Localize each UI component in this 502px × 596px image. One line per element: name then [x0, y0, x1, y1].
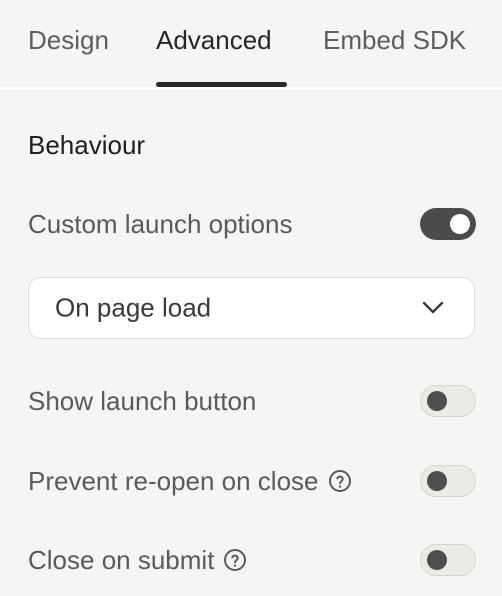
tab-bar: Design Advanced Embed SDK: [0, 0, 502, 90]
settings-panel: Design Advanced Embed SDK Behaviour Cust…: [0, 0, 502, 596]
show-launch-button-label: Show launch button: [28, 386, 257, 416]
toggle-knob: [427, 391, 447, 411]
prevent-reopen-label-group: Prevent re-open on close: [28, 464, 352, 498]
tab-advanced[interactable]: Advanced: [156, 22, 272, 58]
custom-launch-options-label: Custom launch options: [28, 209, 293, 239]
show-launch-button-row: Show launch button: [28, 381, 476, 421]
toggle-knob: [427, 550, 447, 570]
launch-trigger-select[interactable]: On page load: [28, 277, 475, 339]
prevent-reopen-row: Prevent re-open on close: [28, 461, 476, 501]
chevron-down-icon: [422, 301, 444, 314]
help-circle-icon[interactable]: [328, 469, 352, 493]
close-on-submit-label-group: Close on submit: [28, 543, 247, 577]
prevent-reopen-label: Prevent re-open on close: [28, 466, 319, 496]
launch-trigger-value: On page load: [55, 292, 212, 323]
custom-launch-options-toggle[interactable]: [420, 208, 476, 240]
active-tab-indicator: [156, 82, 287, 87]
help-circle-icon[interactable]: [223, 548, 247, 572]
section-title: Behaviour: [28, 130, 146, 160]
prevent-reopen-toggle[interactable]: [420, 465, 476, 497]
toggle-knob: [427, 471, 447, 491]
close-on-submit-label: Close on submit: [28, 545, 215, 575]
toggle-knob: [450, 214, 470, 234]
show-launch-button-toggle[interactable]: [420, 385, 476, 417]
close-on-submit-row: Close on submit: [28, 540, 476, 580]
tab-embed-sdk[interactable]: Embed SDK: [323, 22, 466, 58]
custom-launch-options-row: Custom launch options: [28, 204, 476, 244]
tab-design[interactable]: Design: [28, 22, 109, 58]
close-on-submit-toggle[interactable]: [420, 544, 476, 576]
